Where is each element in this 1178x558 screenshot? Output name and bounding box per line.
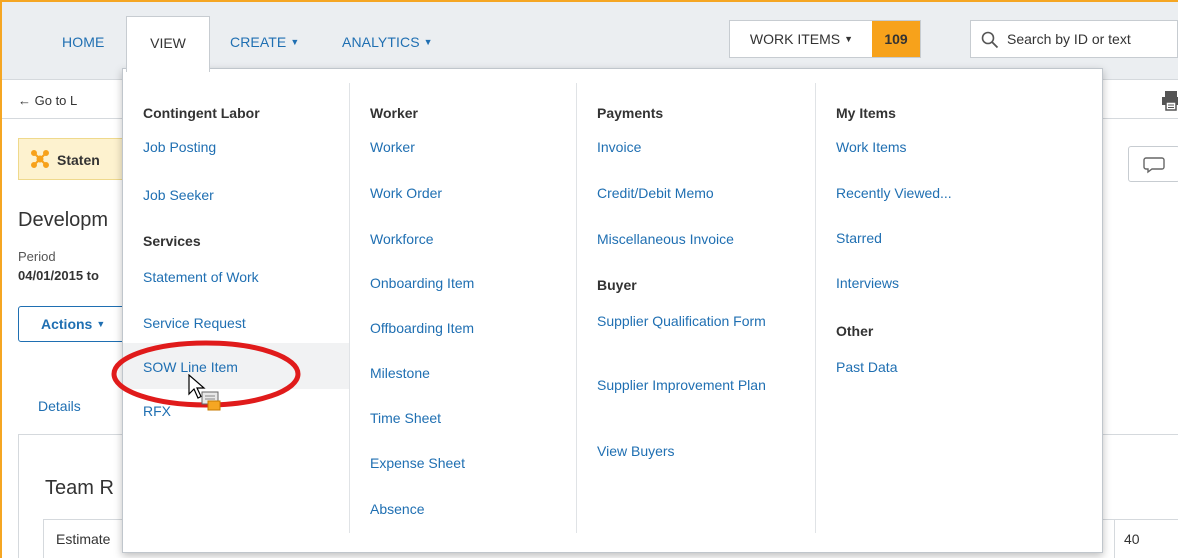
menu-column-my-items: My Items Work Items Recently Viewed... S… <box>816 69 1102 552</box>
work-items-button[interactable]: WORK ITEMS ▼ <box>730 21 873 57</box>
menu-item-milestone[interactable]: Milestone <box>370 365 430 381</box>
comment-button[interactable] <box>1128 146 1178 182</box>
chevron-down-icon: ▼ <box>844 34 854 44</box>
go-to-link[interactable]: ← Go to L <box>18 93 77 108</box>
menu-item-past-data[interactable]: Past Data <box>836 359 897 375</box>
chevron-down-icon: ▼ <box>423 37 433 47</box>
menu-item-starred[interactable]: Starred <box>836 230 882 246</box>
chevron-down-icon: ▼ <box>290 37 300 47</box>
menu-item-view-buyers[interactable]: View Buyers <box>597 443 675 459</box>
menu-column-worker: Worker Worker Work Order Workforce Onboa… <box>350 69 576 552</box>
menu-item-worker[interactable]: Worker <box>370 139 415 155</box>
heading-buyer: Buyer <box>597 277 637 293</box>
period-label: Period <box>18 249 56 264</box>
actions-label: Actions <box>41 316 93 332</box>
menu-item-absence[interactable]: Absence <box>370 501 424 517</box>
menu-item-invoice[interactable]: Invoice <box>597 139 641 155</box>
heading-my-items: My Items <box>836 105 896 121</box>
search-icon <box>981 31 999 49</box>
nav-create[interactable]: CREATE ▼ <box>230 34 299 50</box>
statement-banner: Staten <box>18 138 128 180</box>
tab-details[interactable]: Details <box>38 398 81 414</box>
menu-item-offboarding-item[interactable]: Offboarding Item <box>370 320 474 336</box>
team-title: Team R <box>45 477 114 499</box>
menu-item-job-seeker[interactable]: Job Seeker <box>143 187 214 203</box>
page-title: Developm <box>18 209 109 231</box>
view-mega-menu: Contingent Labor Job Posting Job Seeker … <box>122 68 1103 553</box>
work-items-count-badge[interactable]: 109 <box>872 21 920 57</box>
nav-view-label: VIEW <box>150 35 186 51</box>
heading-services: Services <box>143 233 201 249</box>
table-col-value: 40 <box>1124 531 1140 547</box>
menu-item-recently-viewed[interactable]: Recently Viewed... <box>836 185 952 201</box>
network-icon <box>31 150 49 171</box>
menu-item-onboarding-item[interactable]: Onboarding Item <box>370 275 474 291</box>
heading-worker: Worker <box>370 105 418 121</box>
menu-column-contingent-labor: Contingent Labor Job Posting Job Seeker … <box>123 69 349 552</box>
menu-item-job-posting[interactable]: Job Posting <box>143 139 216 155</box>
menu-item-supplier-improvement-plan[interactable]: Supplier Improvement Plan <box>597 377 777 393</box>
heading-other: Other <box>836 323 874 339</box>
nav-home[interactable]: HOME <box>62 34 104 50</box>
comment-icon <box>1143 157 1165 174</box>
work-items-label: WORK ITEMS <box>749 31 841 47</box>
menu-item-service-request[interactable]: Service Request <box>143 315 246 331</box>
heading-contingent-labor: Contingent Labor <box>143 105 260 121</box>
table-col-estimate: Estimate <box>56 531 111 547</box>
period-value: 04/01/2015 to <box>18 268 99 283</box>
menu-item-interviews[interactable]: Interviews <box>836 275 899 291</box>
banner-text: Staten <box>57 152 100 168</box>
search-box[interactable] <box>970 20 1178 58</box>
mouse-cursor-icon <box>188 374 221 411</box>
nav-create-label: CREATE <box>230 34 287 50</box>
menu-item-workforce[interactable]: Workforce <box>370 231 434 247</box>
menu-item-time-sheet[interactable]: Time Sheet <box>370 410 441 426</box>
nav-analytics-label: ANALYTICS <box>342 34 420 50</box>
menu-item-statement-of-work[interactable]: Statement of Work <box>143 269 259 285</box>
search-input[interactable] <box>1007 28 1177 50</box>
nav-view[interactable]: VIEW <box>126 16 210 72</box>
menu-item-supplier-qualification-form[interactable]: Supplier Qualification Form <box>597 313 777 329</box>
heading-payments: Payments <box>597 105 664 121</box>
menu-item-credit-debit-memo[interactable]: Credit/Debit Memo <box>597 185 714 201</box>
menu-item-work-items[interactable]: Work Items <box>836 139 907 155</box>
menu-item-work-order[interactable]: Work Order <box>370 185 442 201</box>
chevron-down-icon: ▼ <box>96 319 106 329</box>
table-divider <box>1114 520 1115 558</box>
work-items-widget[interactable]: WORK ITEMS ▼ 109 <box>729 20 921 58</box>
nav-analytics[interactable]: ANALYTICS ▼ <box>342 34 433 50</box>
menu-column-payments: Payments Invoice Credit/Debit Memo Misce… <box>577 69 815 552</box>
print-icon[interactable] <box>1162 89 1178 114</box>
menu-item-expense-sheet[interactable]: Expense Sheet <box>370 455 465 471</box>
menu-item-miscellaneous-invoice[interactable]: Miscellaneous Invoice <box>597 231 734 247</box>
